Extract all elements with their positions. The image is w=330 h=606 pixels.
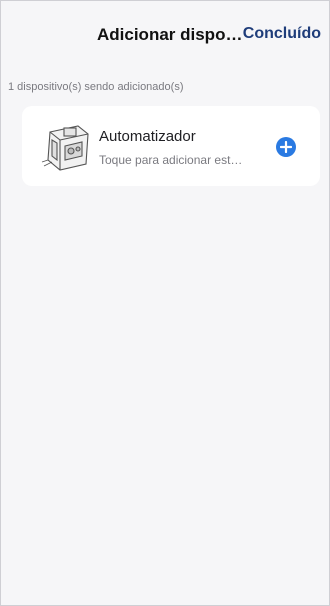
gate-motor-device-icon xyxy=(38,116,94,176)
app-screen: Adicionar dispositivo Concluído 1 dispos… xyxy=(0,0,330,606)
page-title: Adicionar dispositivo xyxy=(97,25,247,44)
device-card[interactable]: Automatizador Toque para adicionar este … xyxy=(22,106,320,186)
devices-being-added-count: 1 dispositivo(s) sendo adicionado(s) xyxy=(8,81,184,93)
device-name: Automatizador xyxy=(99,128,196,145)
plus-icon xyxy=(280,141,292,153)
header: Adicionar dispositivo Concluído xyxy=(1,1,329,71)
device-subtitle: Toque para adicionar este dispositivo xyxy=(99,153,249,167)
add-device-button[interactable] xyxy=(276,137,296,157)
done-button[interactable]: Concluído xyxy=(243,25,321,43)
